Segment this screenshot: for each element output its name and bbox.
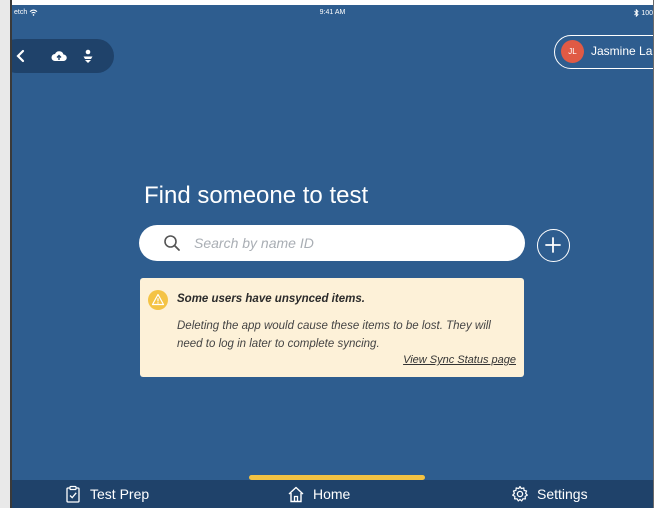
tab-home-label: Home: [313, 486, 351, 502]
tab-test-prep[interactable]: Test Prep: [64, 480, 149, 508]
bluetooth-icon: [634, 9, 639, 17]
user-profile-button[interactable]: JL Jasmine La: [554, 35, 653, 69]
cloud-upload-icon[interactable]: [51, 49, 67, 63]
status-right: 100: [634, 9, 653, 17]
avatar-initials: JL: [568, 47, 577, 56]
home-icon: [288, 486, 304, 503]
search-input[interactable]: [194, 225, 514, 261]
alert-title: Some users have unsynced items.: [177, 293, 365, 305]
alert-message: Deleting the app would cause these items…: [177, 320, 491, 350]
tab-settings-label: Settings: [537, 486, 588, 502]
warning-icon: [148, 290, 168, 310]
sync-toolbar: [12, 39, 114, 73]
status-time: 9:41 AM: [319, 9, 346, 16]
add-person-button[interactable]: [537, 229, 570, 262]
back-chevron-icon[interactable]: [14, 49, 30, 63]
status-bar: etch 9:41 AM 100: [12, 5, 653, 21]
tab-test-prep-label: Test Prep: [90, 486, 150, 502]
view-sync-status-link[interactable]: View Sync Status page: [403, 354, 516, 366]
user-sync-icon[interactable]: [80, 49, 96, 63]
app-screen: etch 9:41 AM 100 JL Jasmine La Find some…: [12, 5, 653, 508]
search-icon: [164, 235, 180, 251]
clipboard-check-icon: [66, 485, 80, 503]
tab-settings[interactable]: Settings: [511, 480, 588, 508]
plus-icon: [545, 237, 561, 253]
gear-icon: [512, 485, 528, 502]
page-title: Find someone to test: [144, 182, 369, 209]
user-name: Jasmine La: [591, 44, 653, 58]
avatar: JL: [561, 40, 584, 63]
unsynced-alert: Some users have unsynced items. Deleting…: [140, 278, 524, 377]
window-frame-left: [0, 0, 12, 510]
tab-bar: Test Prep Home Settings: [12, 480, 653, 508]
battery-label: 100: [641, 9, 653, 17]
search-bar[interactable]: [139, 225, 525, 261]
tab-home[interactable]: Home: [287, 480, 350, 508]
